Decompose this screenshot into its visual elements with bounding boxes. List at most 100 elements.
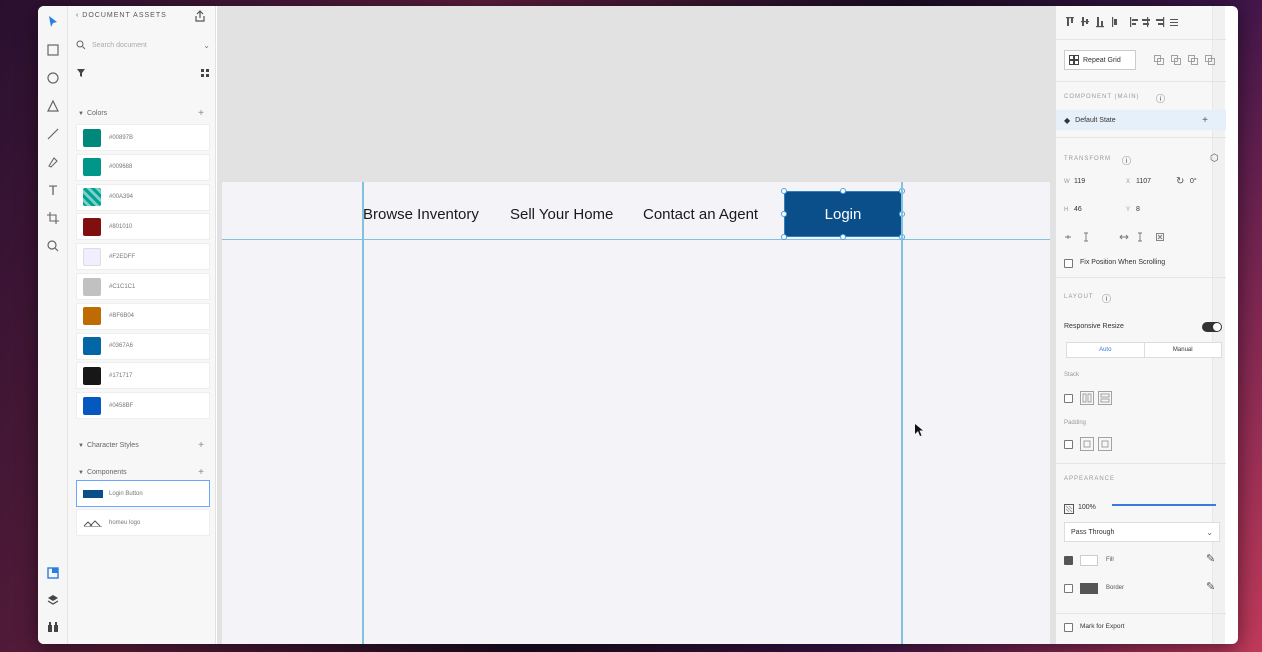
character-styles-header[interactable]: ▼ Character Styles + — [78, 440, 204, 451]
canvas[interactable]: Browse Inventory Sell Your Home Contact … — [217, 6, 1055, 644]
layers-panel-icon[interactable] — [43, 590, 63, 610]
component-homeu-logo[interactable]: homeu logo — [76, 509, 210, 536]
opacity-slider[interactable] — [1112, 504, 1216, 506]
flip-distribute-icons[interactable] — [1064, 232, 1184, 242]
colors-header[interactable]: ▼ Colors + — [78, 108, 204, 119]
search-icon — [76, 40, 86, 50]
color-swatch-row[interactable]: #00897B — [76, 124, 210, 151]
nav-link-contact-agent[interactable]: Contact an Agent — [643, 206, 758, 223]
nav-link-sell-your-home[interactable]: Sell Your Home — [510, 206, 613, 223]
house-logo-icon — [83, 519, 102, 527]
color-swatch — [83, 128, 101, 147]
border-color-swatch[interactable] — [1080, 583, 1098, 594]
rectangle-tool-icon[interactable] — [43, 40, 63, 60]
property-inspector: Repeat Grid COMPONENT (MAIN) ⓘ ◆ Default… — [1055, 6, 1226, 644]
layout-guide-left — [362, 182, 364, 644]
pen-tool-icon[interactable] — [43, 152, 63, 172]
3d-transform-icon[interactable]: ⬡ — [1210, 153, 1219, 164]
color-hex-label: #BF6B04 — [109, 313, 135, 320]
align-icons[interactable] — [1066, 16, 1216, 28]
select-tool-icon[interactable] — [43, 12, 63, 32]
component-diamond-icon: ◆ — [1064, 115, 1071, 125]
chevron-down-icon[interactable]: ⌄ — [203, 41, 210, 50]
color-swatch — [83, 396, 101, 415]
opacity-field[interactable]: 100% — [1078, 504, 1096, 511]
color-swatch — [83, 307, 101, 326]
rotate-icon: ↻ — [1176, 176, 1185, 187]
layout-section: LAYOUT ⓘ Responsive Resize Auto Manual S… — [1056, 278, 1226, 464]
color-swatch-row[interactable]: #C1C1C1 — [76, 273, 210, 300]
add-character-style-icon[interactable]: + — [198, 440, 204, 451]
resize-handle-ml[interactable] — [781, 211, 787, 217]
add-state-icon[interactable]: + — [1202, 115, 1208, 126]
x-field[interactable]: 1107 — [1136, 178, 1151, 185]
fix-position-checkbox[interactable] — [1064, 259, 1073, 268]
search-input[interactable]: Search document ⌄ — [76, 38, 210, 52]
color-swatch-row[interactable]: #0458BF — [76, 392, 210, 420]
default-state-row[interactable]: ◆ Default State + — [1056, 110, 1226, 130]
polygon-tool-icon[interactable] — [43, 96, 63, 116]
resize-handle-bl[interactable] — [781, 234, 787, 240]
height-field[interactable]: 46 — [1074, 206, 1082, 213]
color-swatch-row[interactable]: #00A394 — [76, 183, 210, 211]
info-icon[interactable]: ⓘ — [1122, 154, 1131, 167]
info-icon[interactable]: ⓘ — [1102, 292, 1111, 305]
filter-icon[interactable] — [76, 68, 86, 78]
blend-mode-dropdown[interactable]: Pass Through ⌄ — [1064, 522, 1220, 542]
info-icon[interactable]: ⓘ — [1156, 92, 1165, 105]
color-swatch-row[interactable]: #171717 — [76, 362, 210, 390]
color-swatch-row[interactable]: #BF6B04 — [76, 302, 210, 330]
color-swatch-row[interactable]: #801010 — [76, 213, 210, 241]
color-swatch-row[interactable]: #009688 — [76, 153, 210, 181]
rotation-field[interactable]: 0° — [1190, 178, 1197, 185]
resize-handle-tc[interactable] — [840, 188, 846, 194]
color-swatch-row[interactable]: #F2EDFF — [76, 243, 210, 271]
plugins-panel-icon[interactable] — [43, 617, 63, 637]
zoom-tool-icon[interactable] — [43, 236, 63, 256]
border-checkbox[interactable] — [1064, 584, 1073, 593]
assets-panel-icon[interactable] — [43, 563, 63, 583]
text-tool-icon[interactable]: T — [43, 180, 63, 200]
fill-checkbox[interactable] — [1064, 556, 1073, 565]
mark-export-checkbox[interactable] — [1064, 623, 1073, 632]
boolean-ops-icons[interactable] — [1154, 55, 1224, 65]
color-hex-label: #C1C1C1 — [109, 283, 136, 290]
resize-handle-tl[interactable] — [781, 188, 787, 194]
share-icon[interactable] — [193, 9, 207, 23]
padding-mode-icons[interactable] — [1080, 437, 1120, 451]
color-hex-label: #F2EDFF — [109, 253, 136, 260]
stack-direction-icons[interactable] — [1080, 391, 1120, 405]
add-component-icon[interactable]: + — [198, 467, 204, 478]
artboard[interactable]: Browse Inventory Sell Your Home Contact … — [222, 182, 1050, 644]
add-color-icon[interactable]: + — [198, 108, 204, 119]
color-swatch-row[interactable]: #0367A6 — [76, 332, 210, 360]
color-swatch — [83, 277, 101, 296]
component-login-button[interactable]: Login Button — [76, 480, 210, 507]
caret-down-icon: ▼ — [78, 442, 84, 449]
resize-auto-option[interactable]: Auto — [1067, 343, 1145, 357]
eyedropper-icon[interactable]: ✎ — [1206, 580, 1215, 593]
width-field[interactable]: 119 — [1074, 178, 1085, 185]
nav-link-browse-inventory[interactable]: Browse Inventory — [363, 206, 479, 223]
transform-section: TRANSFORM ⓘ ⬡ W 119 X 1107 ↻ 0° H 46 Y 8… — [1056, 138, 1226, 278]
artboard-tool-icon[interactable] — [43, 208, 63, 228]
components-header[interactable]: ▼ Components + — [78, 467, 204, 478]
nav-bar[interactable]: Browse Inventory Sell Your Home Contact … — [222, 182, 1050, 240]
responsive-resize-toggle[interactable] — [1202, 322, 1222, 332]
y-field[interactable]: 8 — [1136, 206, 1140, 213]
stack-checkbox[interactable] — [1064, 394, 1073, 403]
eyedropper-icon[interactable]: ✎ — [1206, 552, 1215, 565]
ellipse-tool-icon[interactable] — [43, 68, 63, 88]
grid-view-icon[interactable] — [200, 68, 210, 78]
resize-handle-bc[interactable] — [840, 234, 846, 240]
resize-manual-option[interactable]: Manual — [1145, 343, 1222, 357]
line-tool-icon[interactable] — [43, 124, 63, 144]
repeat-grid-button[interactable]: Repeat Grid — [1064, 50, 1136, 70]
assets-title[interactable]: ‹ DOCUMENT ASSETS — [76, 12, 167, 19]
login-button[interactable]: Login — [784, 191, 902, 237]
fill-color-swatch[interactable] — [1080, 555, 1098, 566]
opacity-icon — [1064, 504, 1074, 514]
repeat-grid-section: Repeat Grid — [1056, 40, 1226, 82]
padding-checkbox[interactable] — [1064, 440, 1073, 449]
color-swatch — [83, 188, 101, 207]
